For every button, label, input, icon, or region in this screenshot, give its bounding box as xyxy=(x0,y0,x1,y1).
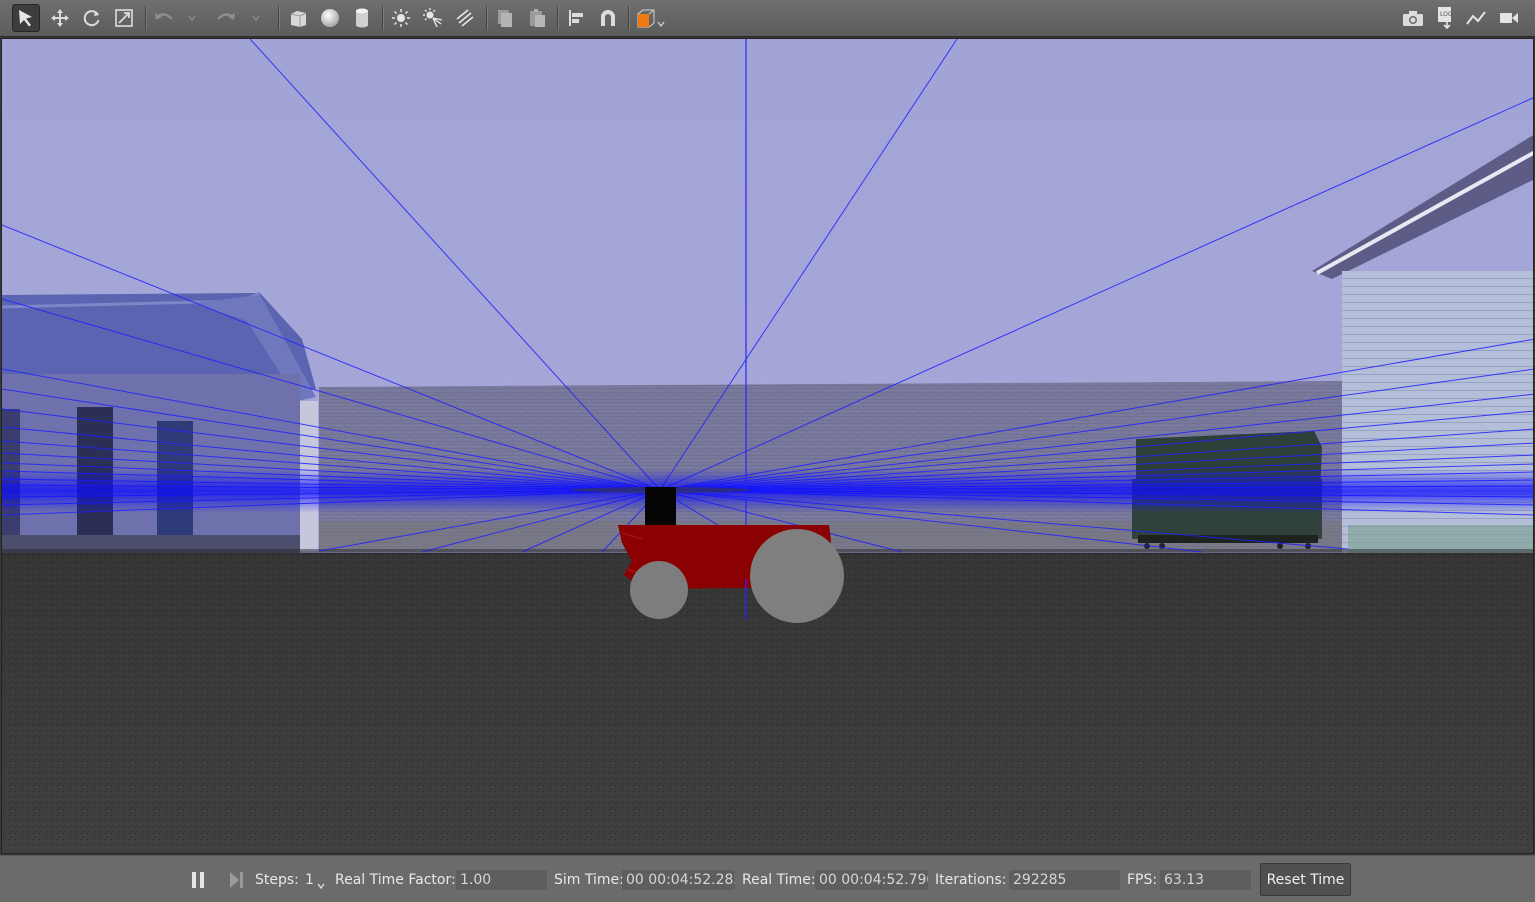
align-icon[interactable] xyxy=(562,4,590,32)
redo-history-chevron-down-icon[interactable] xyxy=(246,4,266,32)
3d-viewport[interactable] xyxy=(1,38,1534,854)
select-mode-arrow-icon[interactable] xyxy=(12,4,40,32)
undo-history-chevron-down-icon[interactable] xyxy=(182,4,202,32)
iterations-value: 292285 xyxy=(1009,870,1120,890)
step-forward-icon[interactable] xyxy=(226,869,248,891)
toolbar-separator xyxy=(278,6,280,30)
redo-icon[interactable] xyxy=(212,4,240,32)
reset-time-button[interactable]: Reset Time xyxy=(1260,863,1351,896)
box-shape-icon[interactable] xyxy=(284,4,312,32)
real-time-factor-label: Real Time Factor: xyxy=(335,872,456,888)
real-time-label: Real Time: xyxy=(742,872,816,888)
sim-time-label: Sim Time: xyxy=(554,872,624,888)
toolbar: LOG xyxy=(0,0,1535,37)
log-icon-text: LOG xyxy=(1440,11,1453,18)
real-time-factor-value: 1.00 xyxy=(456,870,547,890)
toolbar-separator xyxy=(486,6,488,30)
plot-chart-icon[interactable] xyxy=(1463,4,1491,32)
screenshot-camera-icon[interactable] xyxy=(1399,4,1427,32)
scale-icon[interactable] xyxy=(110,4,138,32)
snap-magnet-icon[interactable] xyxy=(594,4,622,32)
copy-icon[interactable] xyxy=(491,4,519,32)
spot-light-icon[interactable] xyxy=(419,4,447,32)
fps-label: FPS: xyxy=(1127,872,1158,888)
steps-value[interactable]: 1 xyxy=(305,872,314,888)
pause-icon[interactable] xyxy=(188,869,210,891)
steps-chevron-down-icon[interactable] xyxy=(316,878,326,894)
sphere-shape-icon[interactable] xyxy=(316,4,344,32)
sim-time-value: 00 00:04:52.285 xyxy=(622,870,735,890)
real-time-value: 00 00:04:52.790 xyxy=(815,870,928,890)
view-angle-cube-icon[interactable] xyxy=(633,4,667,32)
cylinder-shape-icon[interactable] xyxy=(348,4,376,32)
translate-move-icon[interactable] xyxy=(46,4,74,32)
record-video-icon[interactable] xyxy=(1495,4,1523,32)
fps-value: 63.13 xyxy=(1160,870,1251,890)
toolbar-separator xyxy=(628,6,630,30)
paste-icon[interactable] xyxy=(523,4,551,32)
iterations-label: Iterations: xyxy=(935,872,1007,888)
point-light-icon[interactable] xyxy=(387,4,415,32)
steps-label: Steps: xyxy=(255,872,299,888)
simulation-status-bar: Steps: 1 Real Time Factor: 1.00 Sim Time… xyxy=(0,855,1535,902)
toolbar-separator xyxy=(557,6,559,30)
toolbar-separator xyxy=(382,6,384,30)
rotate-icon[interactable] xyxy=(78,4,106,32)
scene-render xyxy=(2,39,1533,853)
log-data-icon[interactable]: LOG xyxy=(1431,4,1459,32)
undo-icon[interactable] xyxy=(150,4,178,32)
toolbar-separator xyxy=(145,6,147,30)
directional-light-icon[interactable] xyxy=(451,4,479,32)
